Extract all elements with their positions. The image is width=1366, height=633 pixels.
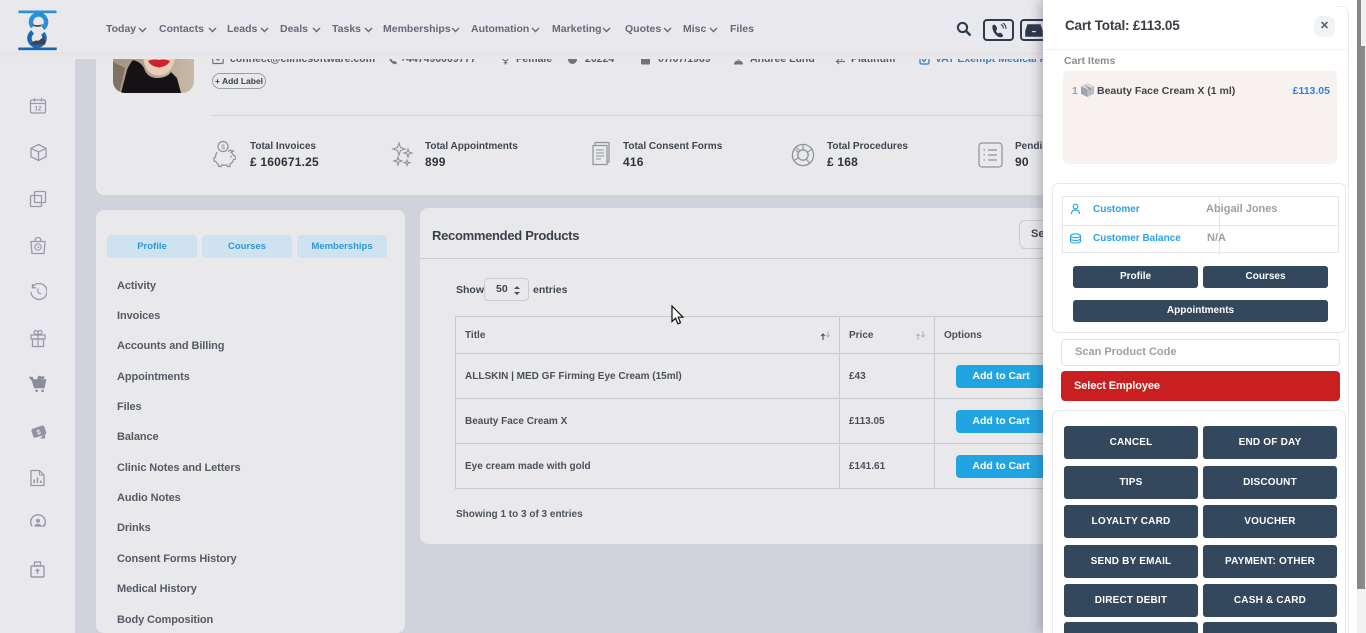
svg-text:12: 12 <box>34 106 42 113</box>
svg-text:$: $ <box>221 144 225 151</box>
